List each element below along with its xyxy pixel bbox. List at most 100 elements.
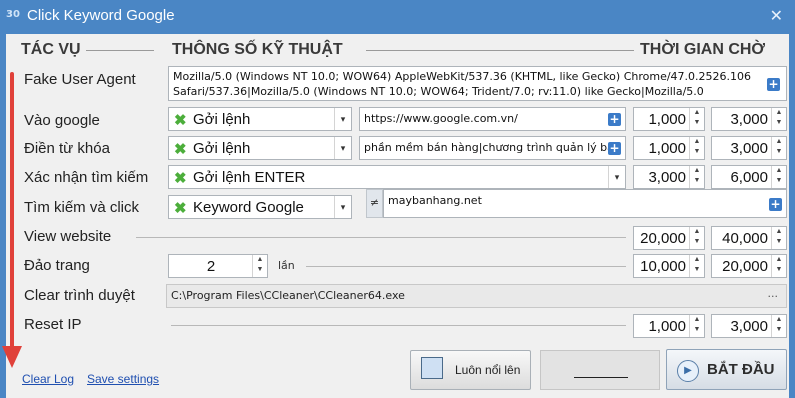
spin-arrows-icon[interactable]: ▲ ▼ <box>252 255 267 277</box>
dropdown-value: Gởi lệnh ENTER <box>193 169 306 186</box>
row-label-enter-keyword: Điền từ khóa <box>24 140 110 157</box>
wait-max-value: 6,000 <box>730 169 768 186</box>
row-label-fake-ua: Fake User Agent <box>24 71 136 88</box>
dropdown-value: Gởi lệnh <box>193 111 251 128</box>
spin-arrows-icon[interactable]: ▲ ▼ <box>771 255 786 277</box>
add-user-agent-plus-icon[interactable]: + <box>767 78 780 91</box>
wait-max-value: 3,000 <box>730 318 768 335</box>
close-icon[interactable]: ✕ <box>770 6 783 25</box>
x-mark-icon: ✖ <box>174 170 187 187</box>
wait-min-open-google[interactable]: 1,000 ▲ ▼ <box>633 107 705 131</box>
wait-max-enter-keyword[interactable]: 3,000 ▲ ▼ <box>711 136 787 160</box>
status-value <box>574 365 628 378</box>
spin-arrows-icon[interactable]: ▲ ▼ <box>771 108 786 130</box>
url-field[interactable]: https://www.google.com.vn/ + <box>359 107 626 131</box>
row-label-open-google: Vào google <box>24 112 100 129</box>
wait-max-value: 20,000 <box>722 258 768 275</box>
chevron-down-icon[interactable]: ▾ <box>334 137 351 159</box>
header-task: TÁC VỤ <box>21 41 81 58</box>
flip-count-value: 2 <box>206 258 216 275</box>
wait-min-enter-keyword[interactable]: 1,000 ▲ ▼ <box>633 136 705 160</box>
app-window: 30 Click Keyword Google ✕ TÁC VỤ THÔNG S… <box>0 0 795 398</box>
x-mark-icon: ✖ <box>174 141 187 158</box>
dropdown-value: Keyword Google <box>193 199 304 216</box>
add-keyword-plus-icon[interactable]: + <box>608 142 621 155</box>
wait-max-confirm-search[interactable]: 6,000 ▲ ▼ <box>711 165 787 189</box>
spin-arrows-icon[interactable]: ▲ ▼ <box>689 255 704 277</box>
wait-max-open-google[interactable]: 3,000 ▲ ▼ <box>711 107 787 131</box>
always-on-top-button[interactable]: Luôn nổi lên <box>410 350 531 390</box>
user-agent-field[interactable]: Mozilla/5.0 (Windows NT 10.0; WOW64) App… <box>168 66 787 101</box>
start-button[interactable]: ▶ BẮT ĐẦU <box>666 349 787 390</box>
row-label-view-website: View website <box>24 228 112 245</box>
row-label-search-click: Tìm kiếm và click <box>24 199 140 216</box>
wait-min-value: 10,000 <box>640 258 686 275</box>
ccleaner-path-field[interactable]: C:\Program Files\CCleaner\CCleaner64.exe… <box>166 284 787 308</box>
clear-log-link[interactable]: Clear Log <box>22 372 74 386</box>
wait-min-value: 3,000 <box>648 169 686 186</box>
chevron-down-icon[interactable]: ▾ <box>334 108 351 130</box>
wait-min-value: 1,000 <box>648 140 686 157</box>
browse-button[interactable]: ... <box>768 287 779 300</box>
window-title: Click Keyword Google <box>27 7 175 24</box>
add-url-plus-icon[interactable]: + <box>608 113 621 126</box>
user-agent-text: Mozilla/5.0 (Windows NT 10.0; WOW64) App… <box>173 70 752 98</box>
command-dropdown-open-google[interactable]: ✖ Gởi lệnh ▾ <box>168 107 352 131</box>
keywords-text: phần mềm bán hàng|chương trình quản lý b… <box>364 141 614 154</box>
arrow-down-icon <box>2 346 22 368</box>
status-box <box>540 350 660 390</box>
wait-min-value: 1,000 <box>648 318 686 335</box>
wait-min-value: 20,000 <box>640 230 686 247</box>
row-label-clear-browser: Clear trình duyệt <box>24 287 135 304</box>
command-dropdown-enter-keyword[interactable]: ✖ Gởi lệnh ▾ <box>168 136 352 160</box>
spin-arrows-icon[interactable]: ▲ ▼ <box>771 227 786 249</box>
wait-max-value: 3,000 <box>730 111 768 128</box>
wait-max-value: 3,000 <box>730 140 768 157</box>
wait-min-view-website[interactable]: 20,000 ▲ ▼ <box>633 226 705 250</box>
title-bar[interactable]: 30 Click Keyword Google ✕ <box>0 0 795 34</box>
domain-text: maybanhang.net <box>388 194 482 207</box>
spin-arrows-icon[interactable]: ▲ ▼ <box>771 166 786 188</box>
url-text: https://www.google.com.vn/ <box>364 112 518 125</box>
header-divider <box>366 50 634 51</box>
always-on-top-label: Luôn nổi lên <box>455 363 521 377</box>
wait-min-flip-page[interactable]: 10,000 ▲ ▼ <box>633 254 705 278</box>
spin-arrows-icon[interactable]: ▲ ▼ <box>689 166 704 188</box>
row-label-reset-ip: Reset IP <box>24 316 82 333</box>
row-label-confirm-search: Xác nhận tìm kiếm <box>24 169 149 186</box>
header-divider <box>86 50 154 51</box>
spin-arrows-icon[interactable]: ▲ ▼ <box>689 227 704 249</box>
chevron-down-icon[interactable]: ▾ <box>608 166 625 188</box>
spin-arrows-icon[interactable]: ▲ ▼ <box>689 137 704 159</box>
spin-arrows-icon[interactable]: ▲ ▼ <box>771 137 786 159</box>
command-dropdown-search-click[interactable]: ✖ Keyword Google ▾ <box>168 195 352 219</box>
not-equal-toggle[interactable]: ≠ <box>366 189 383 218</box>
domain-field[interactable]: maybanhang.net + <box>383 189 787 218</box>
play-icon: ▶ <box>677 360 699 382</box>
command-dropdown-confirm-search[interactable]: ✖ Gởi lệnh ENTER ▾ <box>168 165 626 189</box>
flip-unit-label: lần <box>278 259 295 272</box>
chevron-down-icon[interactable]: ▾ <box>334 196 351 218</box>
main-panel: TÁC VỤ THÔNG SỐ KỸ THUẬT THỜI GIAN CHỜ F… <box>2 34 789 398</box>
x-mark-icon: ✖ <box>174 112 187 129</box>
save-settings-link[interactable]: Save settings <box>87 372 159 386</box>
spin-arrows-icon[interactable]: ▲ ▼ <box>689 315 704 337</box>
wait-min-reset-ip[interactable]: 1,000 ▲ ▼ <box>633 314 705 338</box>
spin-arrows-icon[interactable]: ▲ ▼ <box>689 108 704 130</box>
flow-arrow <box>10 72 14 352</box>
header-spec: THÔNG SỐ KỸ THUẬT <box>172 41 343 58</box>
wait-max-view-website[interactable]: 40,000 ▲ ▼ <box>711 226 787 250</box>
spin-arrows-icon[interactable]: ▲ ▼ <box>771 315 786 337</box>
add-domain-plus-icon[interactable]: + <box>769 198 782 211</box>
dropdown-value: Gởi lệnh <box>193 140 251 157</box>
keywords-field[interactable]: phần mềm bán hàng|chương trình quản lý b… <box>359 136 626 160</box>
wait-max-value: 40,000 <box>722 230 768 247</box>
row-divider <box>171 325 626 326</box>
wait-max-flip-page[interactable]: 20,000 ▲ ▼ <box>711 254 787 278</box>
flip-count-stepper[interactable]: 2 ▲ ▼ <box>168 254 268 278</box>
wait-min-confirm-search[interactable]: 3,000 ▲ ▼ <box>633 165 705 189</box>
wait-min-value: 1,000 <box>648 111 686 128</box>
row-divider <box>306 266 626 267</box>
window-stack-icon <box>421 357 443 379</box>
wait-max-reset-ip[interactable]: 3,000 ▲ ▼ <box>711 314 787 338</box>
